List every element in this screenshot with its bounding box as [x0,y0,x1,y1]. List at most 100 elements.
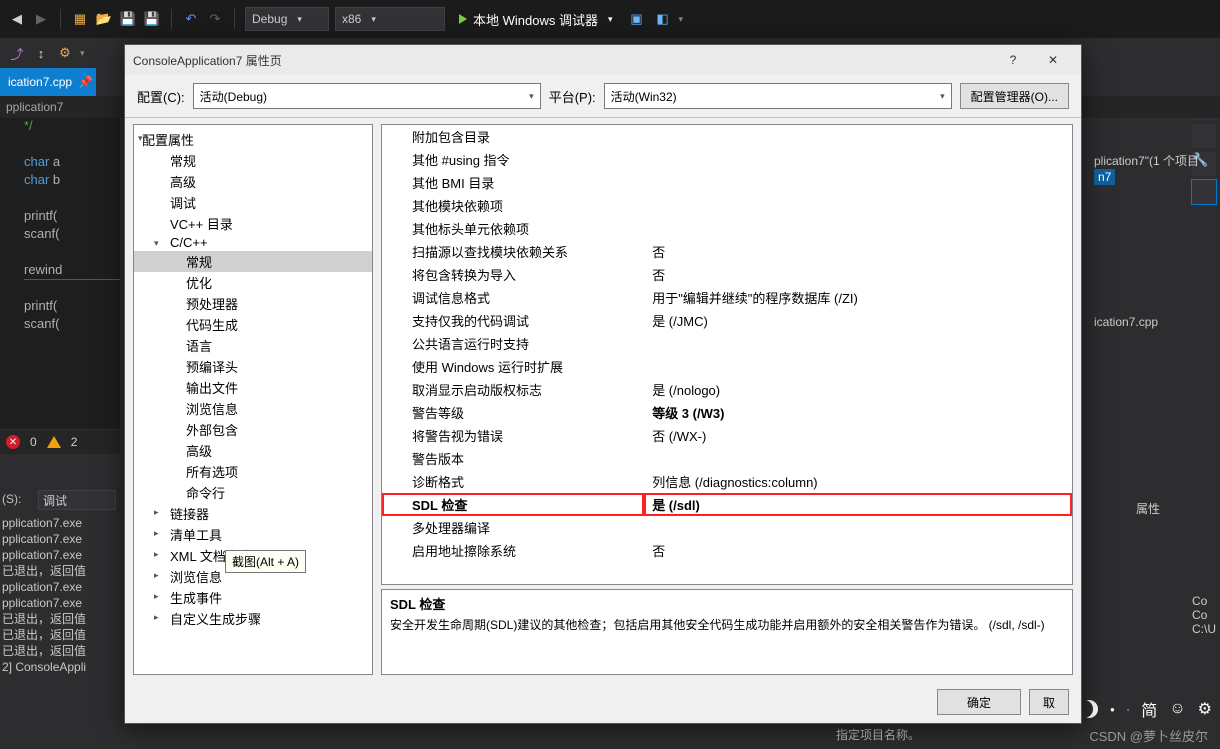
ok-button[interactable]: 确定 [937,689,1021,715]
tree-arrow-icon[interactable]: ▾ [154,238,159,249]
open-icon[interactable]: 📂 [95,10,113,28]
new-icon[interactable]: ▦ [71,10,89,28]
solution-file[interactable]: ication7.cpp [1094,315,1216,329]
property-row[interactable]: 将警告视为错误否 (/WX-) [382,424,1072,447]
tree-node[interactable]: 常规 [134,150,372,171]
undo-icon[interactable]: ↶ [182,10,200,28]
solution-config-combo[interactable]: Debug▾ [245,7,329,31]
property-value[interactable]: 是 (/sdl) [644,493,1072,516]
property-row[interactable]: 公共语言运行时支持 [382,332,1072,355]
property-value[interactable] [644,171,1072,194]
output-panel[interactable]: pplication7.exe pplication7.exe pplicati… [2,515,86,675]
code-sync-icon[interactable]: ↕ [32,44,50,62]
property-row[interactable]: 诊断格式列信息 (/diagnostics:column) [382,470,1072,493]
property-value[interactable] [644,332,1072,355]
property-grid[interactable]: 附加包含目录其他 #using 指令其他 BMI 目录其他模块依赖项其他标头单元… [381,124,1073,585]
property-value[interactable]: 是 (/JMC) [644,309,1072,332]
redo-icon[interactable]: ↷ [206,10,224,28]
file-tab[interactable]: ication7.cpp 📌 [0,68,96,96]
tree-node[interactable]: 预编译头 [134,356,372,377]
tree-node[interactable]: 浏览信息 [134,398,372,419]
gear-icon[interactable]: ⚙ [1198,699,1212,719]
property-value[interactable]: 否 [644,240,1072,263]
property-row[interactable]: 扫描源以查找模块依赖关系否 [382,240,1072,263]
output-source-combo[interactable]: 调试 [38,490,116,510]
tree-node[interactable]: 命令行 [134,482,372,503]
property-row[interactable]: 附加包含目录 [382,125,1072,148]
solution-explorer[interactable]: plication7"(1 个项目 n7 ication7.cpp [1090,148,1220,333]
property-value[interactable] [644,217,1072,240]
tree-node[interactable]: ▸生成事件 [134,587,372,608]
tree-node[interactable]: 调试 [134,192,372,213]
tree-arrow-icon[interactable]: ▸ [154,591,159,602]
tree-node[interactable]: 高级 [134,440,372,461]
ime-lang-cn[interactable]: 简 [1141,697,1157,721]
tree-arrow-icon[interactable]: ▸ [154,507,159,518]
tree-arrow-icon[interactable]: ▸ [154,570,159,581]
pin-icon[interactable]: 📌 [78,75,90,87]
property-value[interactable] [644,516,1072,539]
property-row[interactable]: SDL 检查是 (/sdl) [382,493,1072,516]
close-button[interactable]: ✕ [1033,46,1073,74]
tree-arrow-icon[interactable]: ▸ [154,528,159,539]
property-row[interactable]: 其他模块依赖项 [382,194,1072,217]
tree-node[interactable]: 外部包含 [134,419,372,440]
property-value[interactable]: 列信息 (/diagnostics:column) [644,470,1072,493]
property-row[interactable]: 使用 Windows 运行时扩展 [382,355,1072,378]
tree-node[interactable]: ▸自定义生成步骤 [134,608,372,629]
tree-node[interactable]: ▸链接器 [134,503,372,524]
tree-node[interactable]: 代码生成 [134,314,372,335]
dialog-titlebar[interactable]: ConsoleApplication7 属性页 ? ✕ [125,45,1081,75]
tree-node[interactable]: ▸清单工具 [134,524,372,545]
nav-back-icon[interactable]: ◀ [8,10,26,28]
config-combo[interactable]: 活动(Debug)▾ [193,83,541,109]
toolbar-icon-1[interactable]: ▣ [627,9,647,29]
tree-arrow-icon[interactable]: ▸ [154,612,159,623]
smile-icon[interactable]: ☺ [1169,700,1185,718]
error-status-bar[interactable]: ✕ 0 2 [0,430,120,454]
right-tool-2[interactable] [1192,124,1216,148]
solution-platform-combo[interactable]: x86▾ [335,7,445,31]
property-value[interactable]: 等级 3 (/W3) [644,401,1072,424]
save-icon[interactable]: 💾 [119,10,137,28]
tree-node[interactable]: 语言 [134,335,372,356]
property-value[interactable]: 否 [644,539,1072,562]
local-debugger-button[interactable]: 本地 Windows 调试器 ▾ [451,7,621,31]
cancel-button[interactable]: 取 [1029,689,1069,715]
config-manager-button[interactable]: 配置管理器(O)... [960,83,1069,109]
property-value[interactable]: 是 (/nologo) [644,378,1072,401]
property-value[interactable] [644,148,1072,171]
code-settings-icon[interactable]: ⚙ [56,44,74,62]
property-value[interactable]: 否 (/WX-) [644,424,1072,447]
tree-node[interactable]: ▾C/C++ [134,234,372,251]
property-row[interactable]: 将包含转换为导入否 [382,263,1072,286]
property-row[interactable]: 其他 BMI 目录 [382,171,1072,194]
tree-node[interactable]: VC++ 目录 [134,213,372,234]
property-value[interactable]: 用于"编辑并继续"的程序数据库 (/ZI) [644,286,1072,309]
property-row[interactable]: 调试信息格式用于"编辑并继续"的程序数据库 (/ZI) [382,286,1072,309]
nav-fwd-icon[interactable]: ▶ [32,10,50,28]
property-row[interactable]: 多处理器编译 [382,516,1072,539]
code-editor[interactable]: */ char a char b printf( scanf( rewind p… [0,118,120,429]
tree-node[interactable]: 优化 [134,272,372,293]
save-all-icon[interactable]: 💾 [143,10,161,28]
property-value[interactable]: 否 [644,263,1072,286]
property-value[interactable] [644,194,1072,217]
solution-project[interactable]: n7 [1094,169,1115,185]
tree-node[interactable]: 预处理器 [134,293,372,314]
property-row[interactable]: 警告版本 [382,447,1072,470]
platform-combo[interactable]: 活动(Win32)▾ [604,83,952,109]
code-scope-icon[interactable]: ⤴ [8,44,26,62]
property-row[interactable]: 其他标头单元依赖项 [382,217,1072,240]
property-tree[interactable]: ▾配置属性常规高级调试VC++ 目录▾C/C++常规优化预处理器代码生成语言预编… [133,124,373,675]
tree-arrow-icon[interactable]: ▸ [154,549,159,560]
property-row[interactable]: 支持仅我的代码调试是 (/JMC) [382,309,1072,332]
property-value[interactable] [644,447,1072,470]
tree-node[interactable]: ▾配置属性 [134,129,372,150]
tree-node[interactable]: 输出文件 [134,377,372,398]
tree-arrow-icon[interactable]: ▾ [138,133,143,144]
property-value[interactable] [644,355,1072,378]
help-button[interactable]: ? [993,46,1033,74]
tree-node[interactable]: 常规 [134,251,372,272]
tree-node[interactable]: 所有选项 [134,461,372,482]
